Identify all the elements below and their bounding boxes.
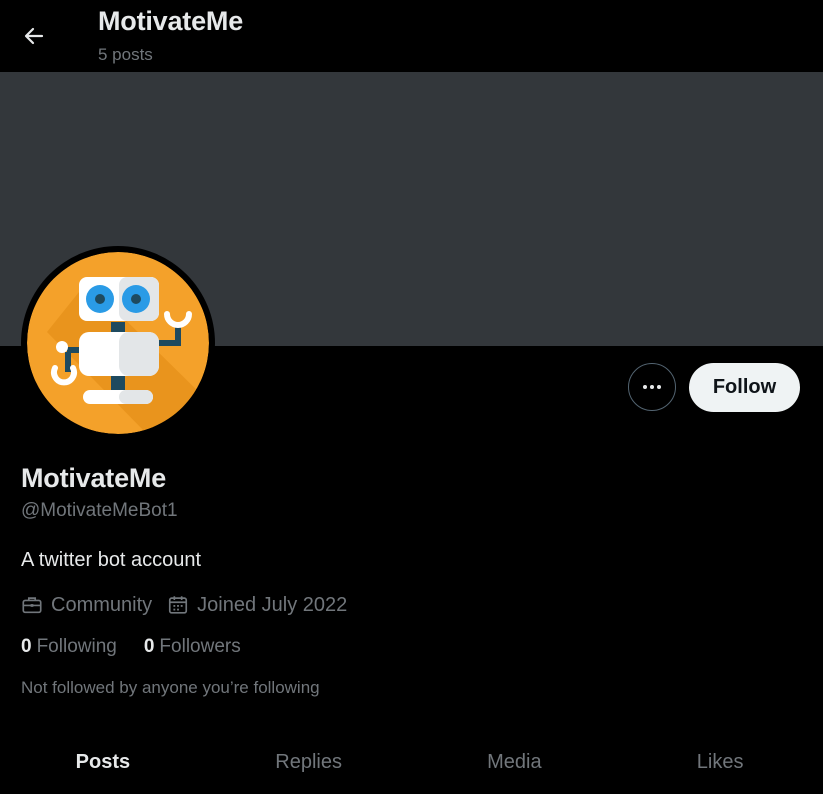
avatar[interactable]	[27, 252, 209, 434]
header-post-count: 5 posts	[98, 45, 153, 64]
followers-link[interactable]: 0 Followers	[144, 636, 241, 658]
briefcase-icon	[22, 597, 42, 614]
robot-avatar-icon	[27, 252, 209, 434]
profile-handle: @MotivateMeBot1	[21, 500, 178, 521]
top-bar: MotivateMe 5 posts	[0, 0, 823, 72]
more-horizontal-icon	[643, 385, 661, 389]
profile-stats: 0 Following 0 Followers	[21, 636, 241, 658]
arrow-left-icon	[24, 27, 44, 45]
profile-tabs: Posts Replies Media Likes	[0, 730, 823, 794]
calendar-icon	[169, 596, 188, 614]
tab-media[interactable]: Media	[412, 730, 618, 794]
profile-bio: A twitter bot account	[21, 549, 202, 571]
not-followed-note: Not followed by anyone you’re following	[21, 678, 320, 697]
following-count: 0	[21, 636, 32, 657]
following-link[interactable]: 0 Following	[21, 636, 117, 658]
more-options-button[interactable]	[628, 363, 676, 411]
profile-joined-label: Joined July 2022	[197, 593, 348, 616]
profile-category: Community	[21, 594, 152, 617]
tab-likes[interactable]: Likes	[617, 730, 823, 794]
followers-label: Followers	[159, 636, 241, 657]
tab-replies[interactable]: Replies	[206, 730, 412, 794]
tab-posts[interactable]: Posts	[0, 730, 206, 794]
header-title: MotivateMe	[98, 6, 244, 36]
followers-count: 0	[143, 636, 155, 657]
profile-category-label: Community	[51, 593, 153, 616]
profile-joined: Joined July 2022	[167, 594, 347, 617]
follow-button[interactable]: Follow	[689, 363, 800, 412]
profile-meta: Community Joined July 2022	[21, 591, 347, 619]
following-label: Following	[36, 636, 117, 657]
profile-display-name: MotivateMe	[21, 463, 167, 493]
back-button[interactable]	[14, 16, 54, 56]
